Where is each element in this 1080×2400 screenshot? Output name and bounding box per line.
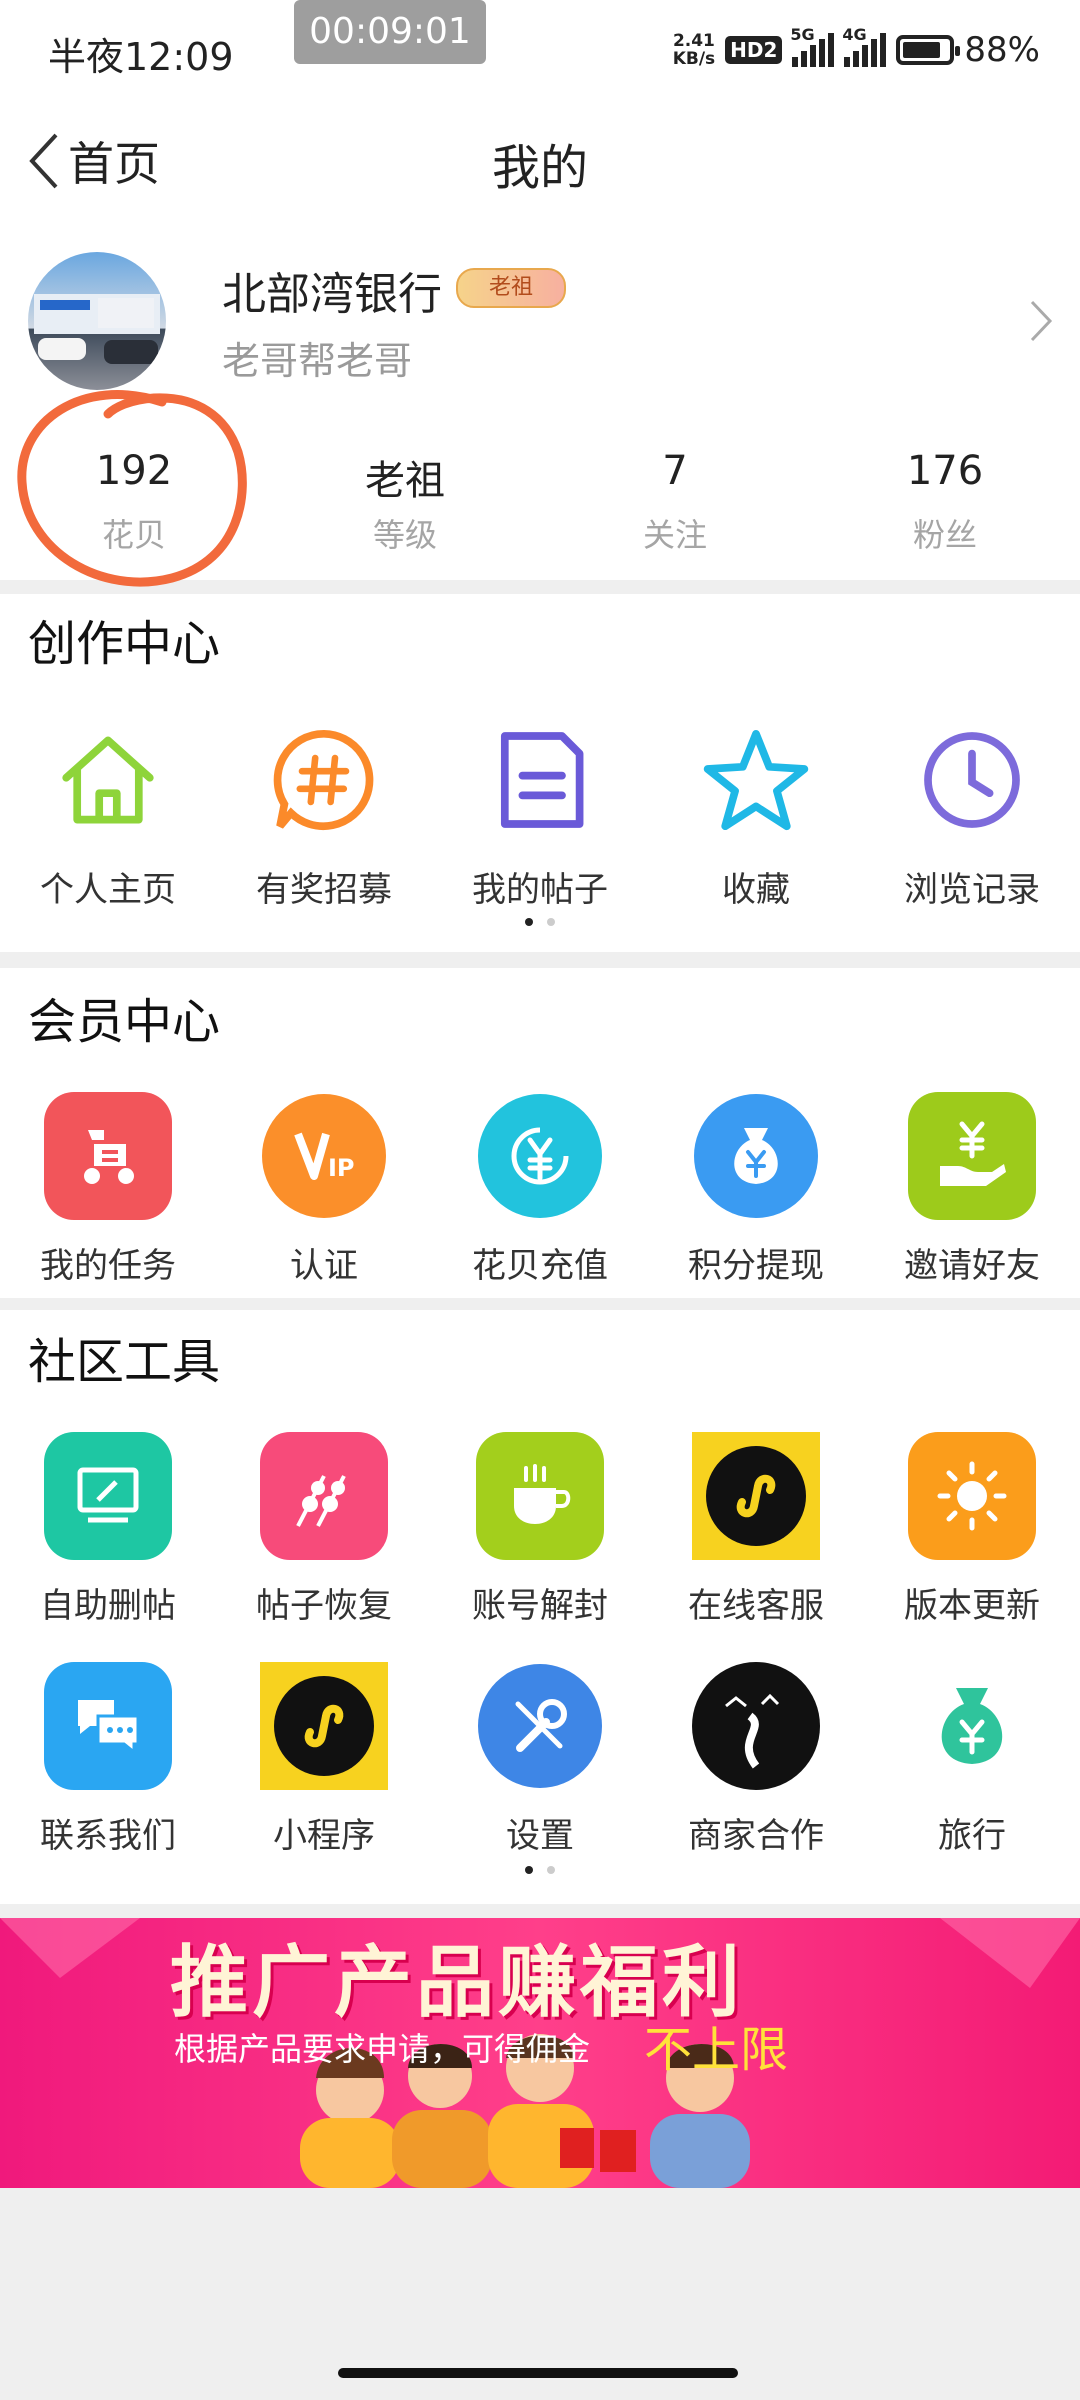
chevron-right-icon[interactable] <box>1026 296 1056 346</box>
network-speed: 2.41 KB/s <box>672 31 716 69</box>
sun-icon <box>908 1432 1036 1560</box>
scooter-icon <box>44 1092 172 1220</box>
status-time: 半夜12:09 <box>48 35 234 79</box>
document-icon <box>500 732 584 828</box>
banner-subtitle: 根据产品要求申请，可得佣金 <box>174 2030 591 2068</box>
clock-icon <box>924 732 1020 828</box>
wrench-icon <box>478 1664 602 1788</box>
svg-text:IP: IP <box>328 1154 355 1182</box>
tool-contact-us[interactable]: 联系我们 <box>0 1662 216 1857</box>
community-tools-title: 社区工具 <box>28 1334 221 1390</box>
menu-recharge[interactable]: 花贝充值 <box>432 1092 648 1287</box>
menu-my-tasks[interactable]: 我的任务 <box>0 1092 216 1287</box>
money-bag-icon <box>908 1662 1036 1790</box>
tool-version-update[interactable]: 版本更新 <box>864 1432 1080 1627</box>
skewer-icon <box>260 1432 388 1560</box>
tool-settings[interactable]: 设置 <box>432 1662 648 1857</box>
tool-self-delete[interactable]: 自助删帖 <box>0 1432 216 1627</box>
menu-personal-home[interactable]: 个人主页 <box>0 716 216 911</box>
signal-4g-icon: 4G <box>842 25 887 67</box>
hd-icon: HD2 <box>725 36 783 64</box>
menu-history[interactable]: 浏览记录 <box>864 716 1080 911</box>
hand-drawn-circle-annotation <box>17 390 247 587</box>
stat-level[interactable]: 老祖 等级 <box>305 448 505 556</box>
user-signature: 老哥帮老哥 <box>222 339 413 383</box>
home-indicator[interactable] <box>338 2368 738 2378</box>
tool-business-cooperation[interactable]: 商家合作 <box>648 1662 864 1857</box>
tool-post-restore[interactable]: 帖子恢复 <box>216 1432 432 1627</box>
screen-record-timer: 00:09:01 <box>294 0 486 64</box>
signal-5g-icon: 5G <box>790 25 835 67</box>
vip-icon: IP <box>262 1094 386 1218</box>
battery-percent: 88% <box>964 30 1040 70</box>
member-center-title: 会员中心 <box>28 994 221 1050</box>
money-bag-icon <box>694 1094 818 1218</box>
stat-following[interactable]: 7 关注 <box>575 448 775 556</box>
tool-mini-program[interactable]: 小程序 <box>216 1662 432 1857</box>
menu-points-withdraw[interactable]: 积分提现 <box>648 1092 864 1287</box>
hand-yuan-icon <box>908 1092 1036 1220</box>
star-icon <box>703 729 809 831</box>
page-indicator <box>0 1866 1080 1878</box>
battery-icon <box>896 35 961 65</box>
level-badge: 老祖 <box>456 268 566 308</box>
yuan-refresh-icon <box>478 1094 602 1218</box>
home-icon <box>62 736 154 824</box>
page-indicator <box>0 918 1080 930</box>
banner-highlight: 不上限 <box>644 2022 789 2078</box>
mini-program-icon <box>260 1662 388 1790</box>
chat-bubbles-icon <box>44 1662 172 1790</box>
page-title: 我的 <box>491 140 588 196</box>
status-icons: 2.41 KB/s HD2 5G 4G 88% <box>672 25 1040 74</box>
monitor-edit-icon <box>44 1432 172 1560</box>
hashtag-chat-icon <box>273 729 374 831</box>
tool-account-unban[interactable]: 账号解封 <box>432 1432 648 1627</box>
menu-favorites[interactable]: 收藏 <box>648 716 864 911</box>
user-name: 北部湾银行 <box>222 269 442 320</box>
road-icon <box>692 1662 820 1790</box>
menu-reward-recruit[interactable]: 有奖招募 <box>216 716 432 911</box>
mini-program-icon <box>692 1432 820 1560</box>
tool-travel[interactable]: 旅行 <box>864 1662 1080 1857</box>
avatar[interactable] <box>28 252 166 390</box>
menu-verify[interactable]: IP 认证 <box>216 1092 432 1287</box>
creation-center-title: 创作中心 <box>28 616 221 672</box>
menu-my-posts[interactable]: 我的帖子 <box>432 716 648 911</box>
cup-icon <box>476 1432 604 1560</box>
stat-followers[interactable]: 176 粉丝 <box>845 448 1045 556</box>
menu-invite-friends[interactable]: 邀请好友 <box>864 1092 1080 1287</box>
tool-online-service[interactable]: 在线客服 <box>648 1432 864 1627</box>
